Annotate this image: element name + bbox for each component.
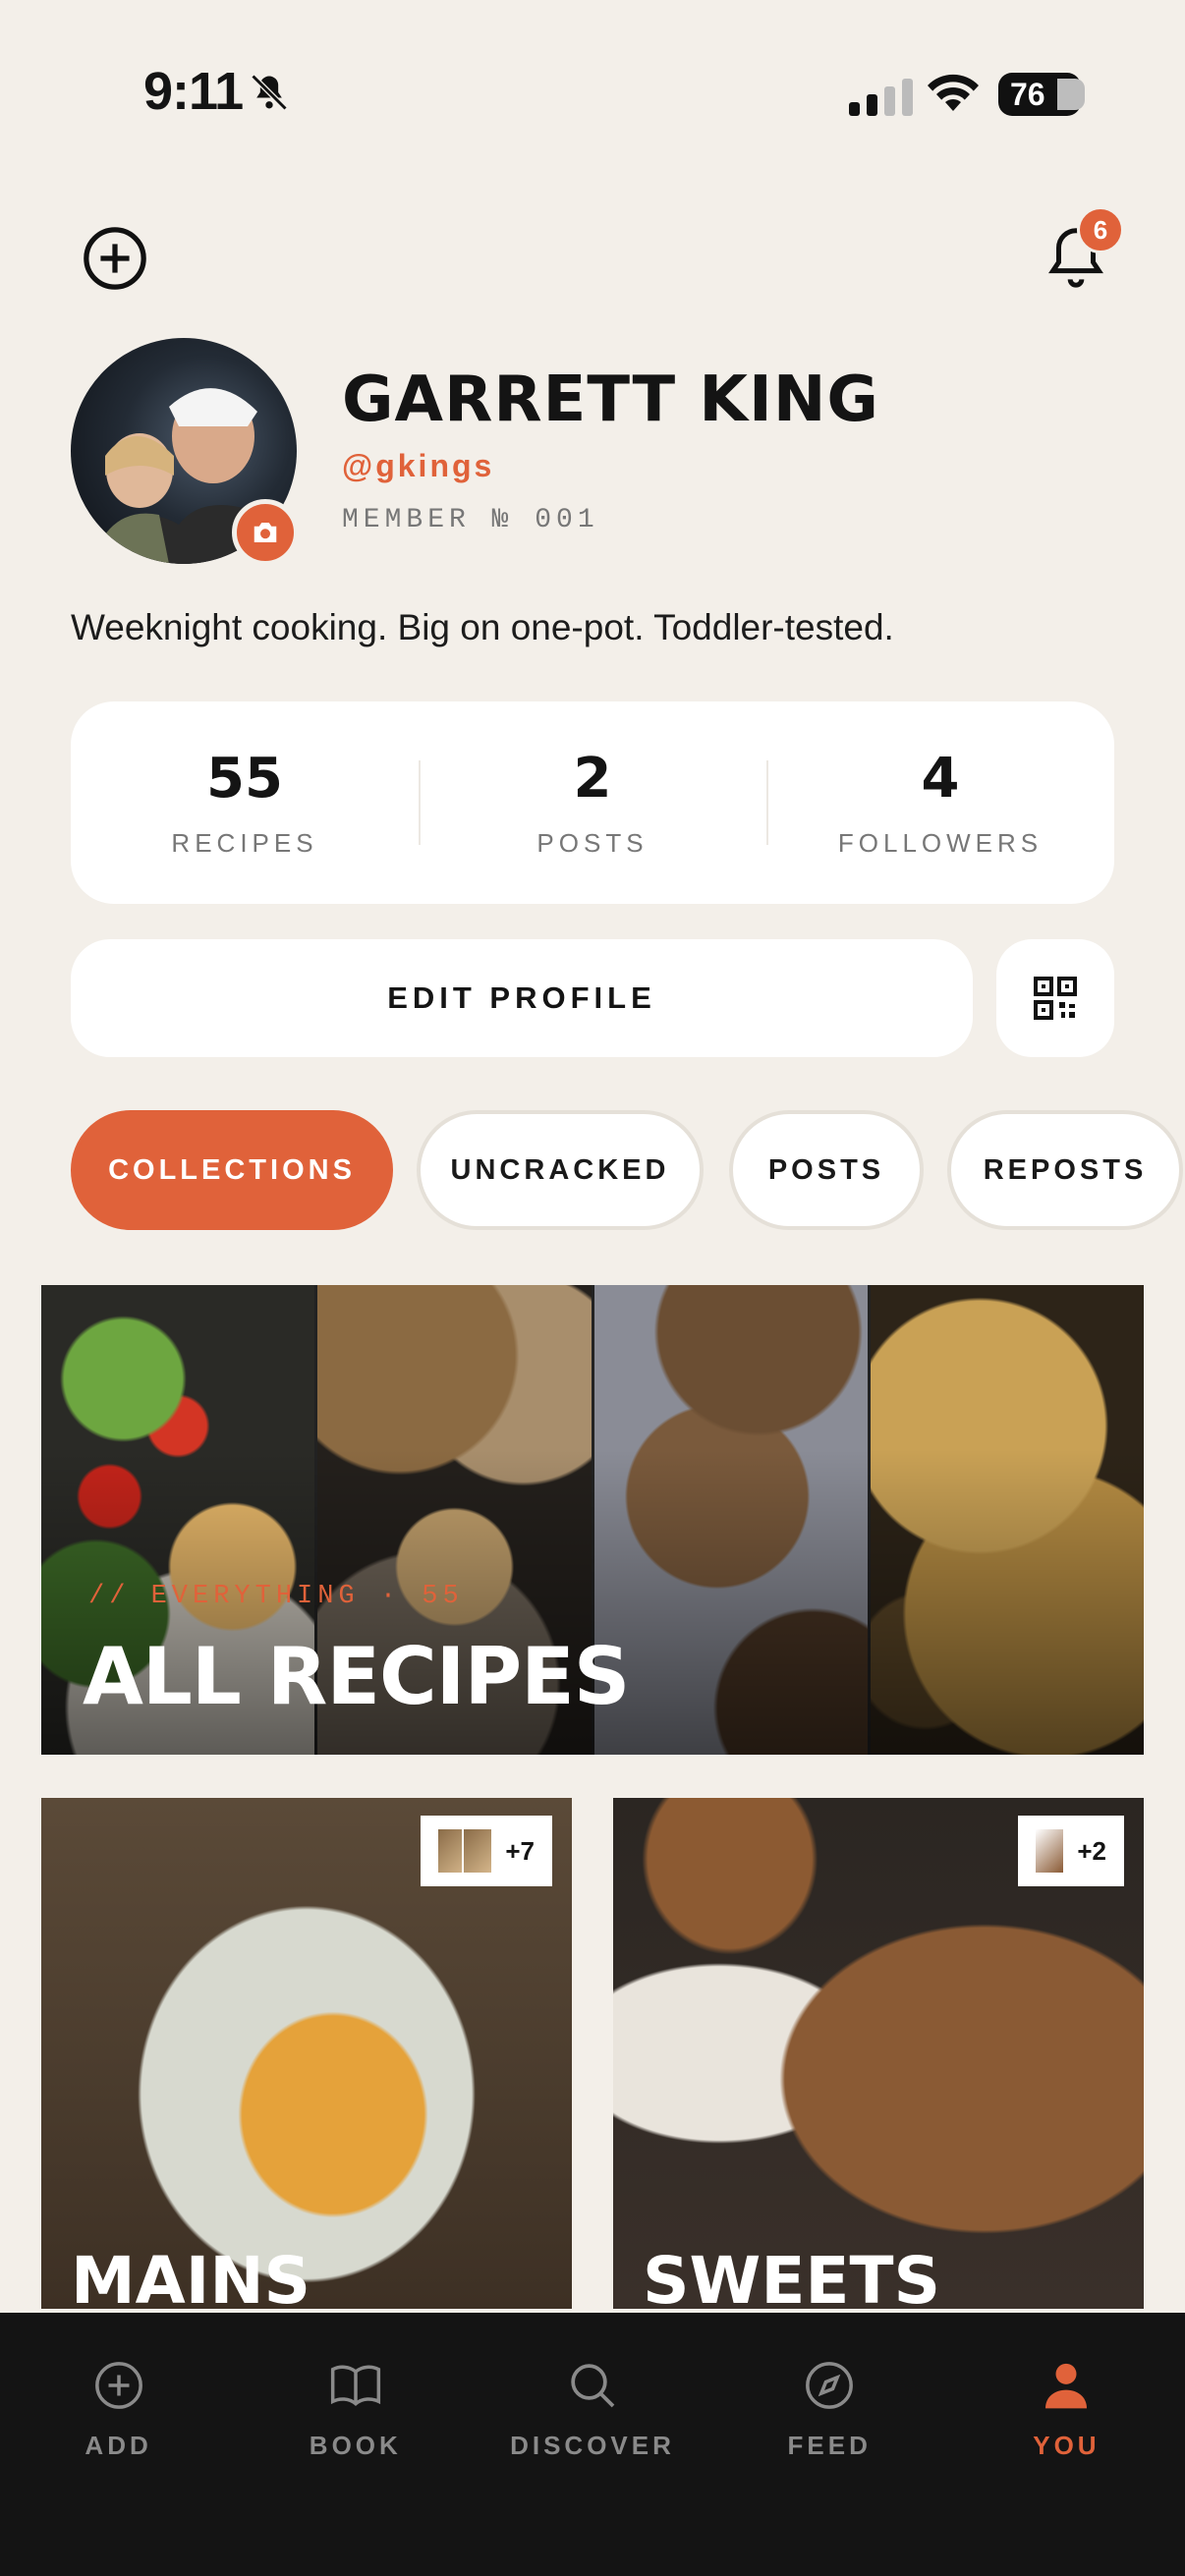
wifi-icon — [928, 74, 979, 111]
tab-reposts[interactable]: REPOSTS — [947, 1110, 1183, 1230]
stat-label: POSTS — [536, 828, 649, 858]
stat-label: RECIPES — [171, 828, 318, 858]
nav-book[interactable]: BOOK — [237, 2313, 474, 2576]
nav-label: YOU — [1033, 2431, 1100, 2460]
add-circle-button[interactable] — [81, 224, 149, 293]
book-icon — [330, 2365, 380, 2406]
silent-bell-icon — [251, 74, 288, 111]
tab-collections[interactable]: COLLECTIONS — [71, 1110, 393, 1230]
nav-label: DISCOVER — [510, 2431, 675, 2460]
nav-you[interactable]: YOU — [948, 2313, 1185, 2576]
stats-card: 55 RECIPES 2 POSTS 4 FOLLOWERS — [71, 701, 1114, 904]
tab-uncracked[interactable]: UNCRACKED — [417, 1110, 704, 1230]
collection-preview-chip: +7 — [421, 1816, 552, 1886]
person-icon — [1045, 2363, 1088, 2409]
battery-indicator: 76 — [998, 73, 1085, 116]
nav-add[interactable]: ADD — [0, 2313, 237, 2576]
change-photo-camera-icon[interactable] — [232, 499, 299, 566]
collection-title: MAINS — [71, 2243, 311, 2309]
battery-level: 76 — [1010, 76, 1045, 112]
all-recipes-title: ALL RECIPES — [83, 1631, 630, 1722]
collection-preview-chip: +2 — [1018, 1816, 1124, 1886]
collection-extra-count: +2 — [1077, 1835, 1106, 1866]
tab-posts[interactable]: POSTS — [729, 1110, 924, 1230]
edit-profile-button[interactable]: EDIT PROFILE — [71, 939, 973, 1057]
member-number: MEMBER № 001 — [342, 505, 599, 535]
stat-value: 4 — [921, 747, 960, 811]
nav-label: FEED — [787, 2431, 872, 2460]
preview-thumbnail — [462, 1827, 494, 1875]
cellular-signal-icon — [849, 75, 913, 116]
plus-circle-icon — [94, 2362, 142, 2409]
nav-discover[interactable]: DISCOVER — [474, 2313, 710, 2576]
collection-card-mains[interactable]: +7 MAINS — [41, 1798, 572, 2309]
collection-title: SWEETS — [643, 2243, 941, 2309]
profile-bio: Weeknight cooking. Big on one-pot. Toddl… — [71, 607, 894, 647]
collection-extra-count: +7 — [505, 1835, 535, 1866]
stat-label: FOLLOWERS — [837, 828, 1044, 858]
stat-posts[interactable]: 2 POSTS — [419, 701, 766, 904]
bottom-navigation: ADD BOOK DISCOVER FEED YOU — [0, 2313, 1185, 2576]
stat-recipes[interactable]: 55 RECIPES — [71, 701, 419, 904]
collection-card-sweets[interactable]: +2 SWEETS — [613, 1798, 1144, 2309]
stat-followers[interactable]: 4 FOLLOWERS — [766, 701, 1114, 904]
stat-value: 55 — [206, 747, 283, 811]
stat-value: 2 — [573, 747, 612, 811]
all-recipes-eyebrow: // EVERYTHING · 55 — [88, 1582, 464, 1611]
status-time: 9:11 — [143, 62, 244, 121]
profile-name: GARRETT KING — [342, 364, 879, 436]
profile-handle: @gkings — [342, 448, 495, 483]
nav-label: ADD — [85, 2431, 152, 2460]
preview-thumbnail — [1034, 1827, 1066, 1875]
nav-feed[interactable]: FEED — [711, 2313, 948, 2576]
nav-label: BOOK — [309, 2431, 402, 2460]
compass-icon — [806, 2362, 854, 2409]
qr-code-button[interactable] — [996, 939, 1114, 1057]
search-icon — [571, 2364, 615, 2408]
notification-count-badge: 6 — [1077, 206, 1124, 253]
qr-code-icon — [1034, 977, 1077, 1020]
